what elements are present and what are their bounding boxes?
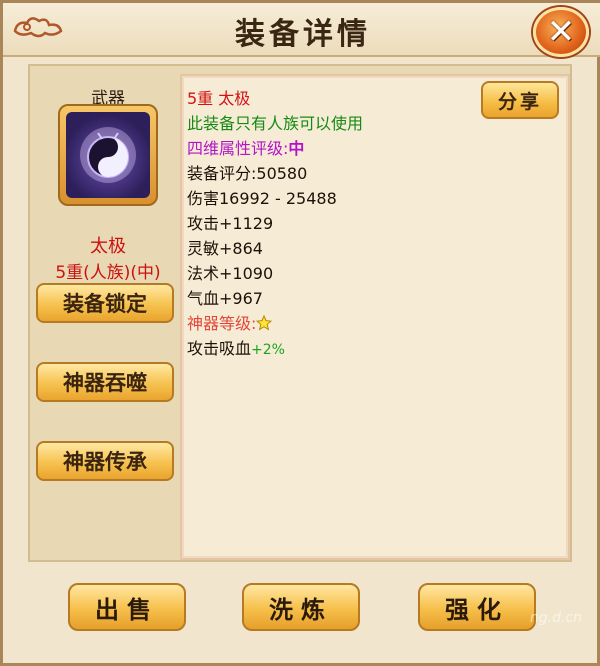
- damage-stat: 伤害16992 - 25488: [187, 189, 337, 208]
- sell-button[interactable]: 出售: [68, 583, 186, 631]
- race-restriction: 此装备只有人族可以使用: [187, 114, 364, 133]
- artifact-level-label: 神器等级:: [187, 314, 257, 333]
- share-button[interactable]: 分享: [481, 81, 559, 119]
- enhance-button[interactable]: 强化: [418, 583, 536, 631]
- item-name: 太极: [90, 236, 126, 257]
- watermark: ng.d.cn: [529, 610, 582, 626]
- taiji-weapon-icon: [80, 127, 136, 183]
- lifesteal-stat: 攻击吸血+2%: [187, 336, 477, 361]
- star-icon: [256, 315, 273, 331]
- window-title: 装备详情: [235, 17, 371, 52]
- lifesteal-value: +2%: [251, 342, 285, 358]
- lifesteal-label: 攻击吸血: [187, 339, 252, 358]
- item-grade: 5重(人族)(中): [55, 263, 161, 283]
- hp-stat: 气血+967: [187, 289, 263, 308]
- attribute-rating-value: 中: [288, 139, 305, 158]
- equipment-lock-button[interactable]: 装备锁定: [36, 283, 174, 323]
- close-button[interactable]: ✕: [533, 7, 589, 57]
- magic-stat: 法术+1090: [187, 264, 274, 283]
- artifact-level: 神器等级:: [187, 311, 477, 336]
- attack-stat: 攻击+1129: [187, 214, 274, 233]
- close-icon: ✕: [546, 12, 576, 52]
- item-slot[interactable]: [58, 104, 158, 206]
- equipment-score: 装备评分:50580: [187, 164, 308, 183]
- artifact-devour-button[interactable]: 神器吞噬: [36, 362, 174, 402]
- attribute-rating-label: 四维属性评级:: [187, 139, 289, 158]
- refine-button[interactable]: 洗炼: [242, 583, 360, 631]
- agility-stat: 灵敏+864: [187, 239, 263, 258]
- artifact-inherit-button[interactable]: 神器传承: [36, 441, 174, 481]
- attribute-rating: 四维属性评级:中: [187, 136, 477, 161]
- title-bar: 装备详情: [3, 3, 600, 57]
- detail-lines: 5重 太极 此装备只有人族可以使用 四维属性评级:中 装备评分:50580 伤害…: [187, 86, 477, 361]
- detail-header: 5重 太极: [187, 89, 251, 108]
